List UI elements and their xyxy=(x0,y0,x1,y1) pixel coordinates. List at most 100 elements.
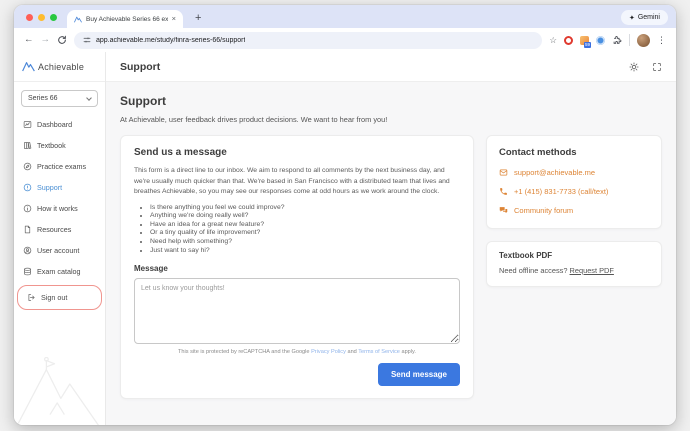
dashboard-icon xyxy=(23,120,32,129)
sidebar-item-label: Support xyxy=(37,183,62,192)
send-message-card: Send us a message This form is a direct … xyxy=(120,135,474,399)
support-phone-link[interactable]: +1 (415) 831-7733 (call/text) xyxy=(514,187,608,196)
request-pdf-link[interactable]: Request PDF xyxy=(570,266,614,275)
contact-email-row: support@achievable.me xyxy=(499,168,649,177)
achievable-favicon-icon xyxy=(74,16,82,23)
sidebar-item-dashboard[interactable]: Dashboard xyxy=(14,114,105,135)
phone-icon xyxy=(499,187,508,196)
signout-annotation-highlight: Sign out xyxy=(17,285,102,310)
url-bar[interactable]: app.achievable.me/study/finra-series-66/… xyxy=(74,32,542,49)
tab-close-icon[interactable]: × xyxy=(172,15,176,23)
back-icon[interactable]: ← xyxy=(24,35,34,45)
sidebar-item-resources[interactable]: Resources xyxy=(14,219,105,240)
window-zoom-button[interactable] xyxy=(50,14,57,21)
recaptcha-notice: This site is protected by reCAPTCHA and … xyxy=(134,349,460,355)
card-title: Contact methods xyxy=(499,147,649,158)
new-tab-button[interactable]: + xyxy=(195,12,201,24)
window-minimize-button[interactable] xyxy=(38,14,45,21)
button-row: Send message xyxy=(134,363,460,386)
terms-of-service-link[interactable]: Terms of Service xyxy=(358,349,400,355)
site-settings-icon[interactable] xyxy=(83,36,91,44)
sidebar-item-label: Sign out xyxy=(41,293,67,302)
window-close-button[interactable] xyxy=(26,14,33,21)
sidebar-item-exam-catalog[interactable]: Exam catalog xyxy=(14,261,105,282)
sidebar-item-textbook[interactable]: Textbook xyxy=(14,135,105,156)
topbar-icons xyxy=(629,62,662,72)
contact-methods-card: Contact methods support@achievable.me +1… xyxy=(486,135,662,229)
achievable-logo-icon xyxy=(22,61,35,72)
card-intro: This form is a direct line to our inbox.… xyxy=(134,166,460,198)
bullet-item: Or a tiny quality of life improvement? xyxy=(150,229,460,236)
logout-icon xyxy=(27,293,36,302)
window-controls xyxy=(26,14,57,21)
browser-tab[interactable]: Buy Achievable Series 66 ex... × xyxy=(67,10,183,28)
toolbar-divider xyxy=(629,34,630,46)
main-topbar: Support xyxy=(106,52,676,82)
user-icon xyxy=(23,246,32,255)
main-panel: Support Support At Achievable, user feed… xyxy=(106,52,676,425)
stack-icon xyxy=(23,267,32,276)
url-text: app.achievable.me/study/finra-series-66/… xyxy=(96,37,245,44)
sidebar-item-user-account[interactable]: User account xyxy=(14,240,105,261)
app-logo-label: Achievable xyxy=(38,62,84,72)
textbook-pdf-line: Need offline access? Request PDF xyxy=(499,266,649,275)
browser-toolbar: ← → app.achievable.me/study/finra-series… xyxy=(14,28,676,52)
sidebar-item-support[interactable]: Support xyxy=(14,177,105,198)
textbook-pdf-card: Textbook PDF Need offline access? Reques… xyxy=(486,241,662,287)
bullet-item: Just want to say hi? xyxy=(150,247,460,254)
extension-orange-icon[interactable]: 59 xyxy=(580,36,589,45)
bullet-item: Have an idea for a great new feature? xyxy=(150,221,460,228)
send-message-button[interactable]: Send message xyxy=(378,363,460,386)
theme-toggle-icon[interactable] xyxy=(629,62,639,72)
envelope-icon xyxy=(499,168,508,177)
sidebar-item-label: User account xyxy=(37,246,79,255)
app-logo[interactable]: Achievable xyxy=(14,52,105,82)
sidebar-item-sign-out[interactable]: Sign out xyxy=(18,286,101,309)
extensions-puzzle-icon[interactable] xyxy=(612,35,622,45)
recaptcha-text: apply. xyxy=(400,349,416,355)
gemini-button[interactable]: ✦ Gemini xyxy=(621,10,668,25)
card-title: Textbook PDF xyxy=(499,251,649,260)
support-email-link[interactable]: support@achievable.me xyxy=(514,168,595,177)
card-title: Send us a message xyxy=(134,147,460,158)
bookmark-star-icon[interactable]: ☆ xyxy=(549,35,557,46)
tab-title: Buy Achievable Series 66 ex... xyxy=(86,16,168,23)
recaptcha-text: and xyxy=(346,349,358,355)
topbar-title: Support xyxy=(120,61,160,73)
desktop-background: Buy Achievable Series 66 ex... × + ✦ Gem… xyxy=(0,0,690,431)
content-columns: Send us a message This form is a direct … xyxy=(120,135,662,399)
course-select[interactable]: Series 66 xyxy=(21,90,98,107)
contact-forum-row: Community forum xyxy=(499,206,649,215)
fullscreen-icon[interactable] xyxy=(652,62,662,72)
sidebar: Achievable Series 66 Dashboard Textbook xyxy=(14,52,106,425)
book-icon xyxy=(23,141,32,150)
reload-icon[interactable] xyxy=(57,35,67,45)
pencil-circle-icon xyxy=(23,162,32,171)
bullet-item: Need help with something? xyxy=(150,238,460,245)
achievable-watermark-icon xyxy=(14,357,104,425)
forward-icon[interactable]: → xyxy=(41,35,51,45)
chevron-down-icon xyxy=(86,95,92,101)
sidebar-item-how-it-works[interactable]: How it works xyxy=(14,198,105,219)
sidebar-item-practice-exams[interactable]: Practice exams xyxy=(14,156,105,177)
sidebar-item-label: Textbook xyxy=(37,141,66,150)
extension-blue-icon[interactable] xyxy=(596,36,605,45)
message-label: Message xyxy=(134,264,460,273)
community-forum-link[interactable]: Community forum xyxy=(514,206,573,215)
sidebar-nav: Dashboard Textbook Practice exams Suppor… xyxy=(14,110,105,310)
info-icon xyxy=(23,204,32,213)
sidebar-item-label: Dashboard xyxy=(37,120,72,129)
profile-avatar[interactable] xyxy=(637,34,650,47)
forum-chat-icon xyxy=(499,206,508,215)
message-input[interactable] xyxy=(134,278,460,344)
gemini-sparkle-icon: ✦ xyxy=(629,14,635,22)
extension-red-icon[interactable] xyxy=(564,36,573,45)
app-root: Achievable Series 66 Dashboard Textbook xyxy=(14,52,676,425)
gemini-label: Gemini xyxy=(638,14,660,21)
bullet-item: Is there anything you feel we could impr… xyxy=(150,204,460,211)
bullet-item: Anything we're doing really well? xyxy=(150,212,460,219)
sidebar-item-label: Practice exams xyxy=(37,162,86,171)
browser-menu-icon[interactable]: ⋮ xyxy=(657,35,666,46)
browser-window: Buy Achievable Series 66 ex... × + ✦ Gem… xyxy=(14,5,676,425)
privacy-policy-link[interactable]: Privacy Policy xyxy=(311,349,346,355)
